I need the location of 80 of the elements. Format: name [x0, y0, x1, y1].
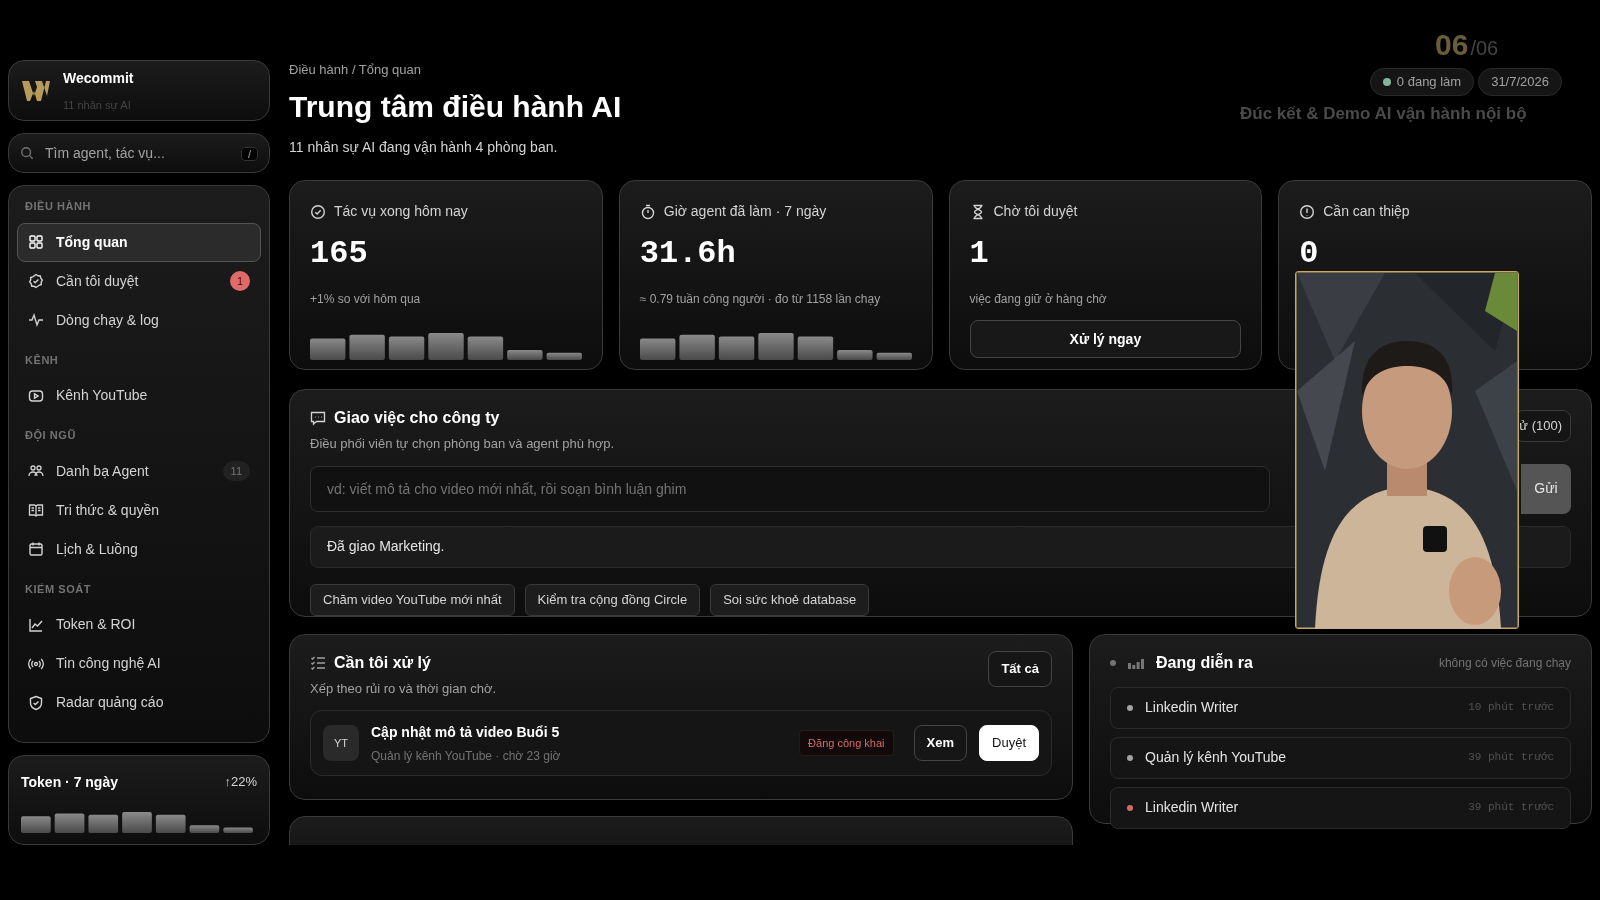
- header-pill: 0 đang làm: [1369, 68, 1475, 96]
- nav-item[interactable]: Tổng quan: [17, 222, 261, 262]
- token-title: Token · 7 ngày: [21, 773, 118, 793]
- book-icon: [28, 502, 44, 519]
- brand-name: Wecommit: [63, 68, 134, 88]
- grid-icon: [28, 234, 44, 251]
- nav-item[interactable]: Tri thức & quyền: [17, 490, 261, 530]
- section-subtitle: Xếp theo rủi ro và thời gian chờ.: [310, 679, 497, 698]
- all-button[interactable]: Tất cả: [988, 650, 1052, 687]
- time-ago: 39 phút trước: [1468, 800, 1554, 816]
- slide-counter: 06: [1435, 28, 1469, 62]
- breadcrumb: Điều hành / Tổng quan: [289, 61, 423, 79]
- section-title: Đang diễn ra: [1156, 652, 1254, 673]
- line-chart-icon: [28, 616, 44, 633]
- checklist-icon: [310, 654, 326, 671]
- section-title: Cần tôi xử lý: [334, 652, 431, 673]
- section-label: ĐIỀU HÀNH: [24, 199, 93, 215]
- nav-item[interactable]: Radar quảng cáo: [17, 683, 261, 723]
- suggestion-chip[interactable]: Kiểm tra cộng đồng Circle: [524, 583, 701, 616]
- source-avatar: YT: [323, 725, 359, 761]
- section-subtitle: Điều phối viên tự chọn phòng ban và agent phù hợp.: [310, 435, 615, 453]
- bars-icon: [1128, 656, 1144, 669]
- stat-value: 31.6h: [639, 234, 737, 274]
- send-button[interactable]: Gửi: [1521, 463, 1571, 514]
- activity-icon: [28, 312, 44, 329]
- shield-icon: [28, 694, 44, 711]
- view-button[interactable]: Xem: [913, 725, 968, 761]
- calendar-icon: [28, 541, 44, 558]
- action-button[interactable]: Xử lý ngay: [969, 320, 1242, 358]
- header-pill: 31/7/2026: [1478, 68, 1562, 96]
- todo-item[interactable]: YT Cập nhật mô tả video Buổi 5 Quản lý kênh YouTube · chờ 23 giờ Đăng công khai Xem Duyệt: [310, 710, 1052, 776]
- stat-note: +1% so với hôm qua: [310, 291, 422, 308]
- check-circle-icon: [310, 203, 326, 220]
- stat-title: Giờ agent đã làm · 7 ngày: [663, 202, 827, 221]
- section-label: KIỂM SOÁT: [24, 581, 93, 597]
- time-ago: 39 phút trước: [1468, 750, 1554, 766]
- stat-title: Cần can thiệp: [1323, 202, 1410, 221]
- nav-item[interactable]: Dòng chạy & log: [17, 300, 261, 340]
- stopwatch-icon: [639, 203, 656, 220]
- check-badge-icon: [28, 273, 44, 290]
- section-label: KÊNH: [24, 352, 60, 368]
- section-title: Giao việc cho công ty: [334, 408, 500, 428]
- suggestion-chip[interactable]: Soi sức khoẻ database: [710, 583, 870, 616]
- risk-tag: Đăng công khai: [799, 729, 894, 757]
- stat-value: 0: [1299, 234, 1320, 274]
- stat-title: Tác vụ xong hôm nay: [334, 202, 468, 221]
- agent-name: Linkedin Writer: [1145, 698, 1240, 717]
- page-subtitle: 11 nhân sự AI đang vận hành 4 phòng ban.: [289, 138, 559, 157]
- stat-note: ≈ 0.79 tuần công người · đo từ 1158 lần chạy: [639, 291, 882, 308]
- section-label: ĐỘI NGŨ: [24, 428, 77, 444]
- stat-note: việc đang giữ ở hàng chờ: [969, 291, 1108, 308]
- suggestion-chip[interactable]: Chăm video YouTube mới nhất: [310, 583, 515, 616]
- play-icon: [28, 387, 44, 404]
- stat-title: Chờ tôi duyệt: [993, 202, 1078, 221]
- approve-button[interactable]: Duyệt: [979, 725, 1039, 761]
- nav-item[interactable]: Kênh YouTube: [17, 376, 261, 416]
- alert-circle-icon: [1299, 203, 1316, 220]
- nav-item[interactable]: Lịch & Luồng: [17, 529, 261, 569]
- stat-value: 1: [969, 234, 990, 274]
- live-status: không có việc đang chạy: [1438, 654, 1571, 672]
- agent-name: Linkedin Writer: [1145, 798, 1240, 817]
- nav-item[interactable]: Cần tôi duyệt 1: [17, 261, 261, 301]
- live-row[interactable]: Linkedin Writer 39 phút trước: [1110, 786, 1571, 829]
- nav-item[interactable]: Tin công nghệ AI: [17, 644, 261, 684]
- agent-name: Quản lý kênh YouTube: [1145, 748, 1288, 767]
- logo-icon: [21, 78, 51, 103]
- slide-total: /06: [1470, 36, 1499, 61]
- video-caption: Đúc kết & Demo AI vận hành nội bộ: [1240, 103, 1527, 125]
- live-row[interactable]: Quản lý kênh YouTube 39 phút trước: [1110, 736, 1571, 779]
- count-badge: 11: [222, 461, 250, 482]
- chat-icon: [310, 410, 326, 426]
- token-change: ↑22%: [224, 773, 257, 792]
- page-title: Trung tâm điều hành AI: [289, 89, 622, 125]
- todo-meta: Quản lý kênh YouTube · chờ 23 giờ: [371, 747, 562, 765]
- nav-item[interactable]: Token & ROI: [17, 605, 261, 645]
- nav-item[interactable]: Danh bạ Agent 11: [17, 451, 261, 491]
- todo-title: Cập nhật mô tả video Buổi 5: [371, 722, 561, 742]
- count-badge: 1: [230, 271, 250, 292]
- stat-value: 165: [310, 234, 369, 274]
- task-input[interactable]: vd: viết mô tả cho video mới nhất, rồi soạn bình luận ghim: [310, 465, 1270, 512]
